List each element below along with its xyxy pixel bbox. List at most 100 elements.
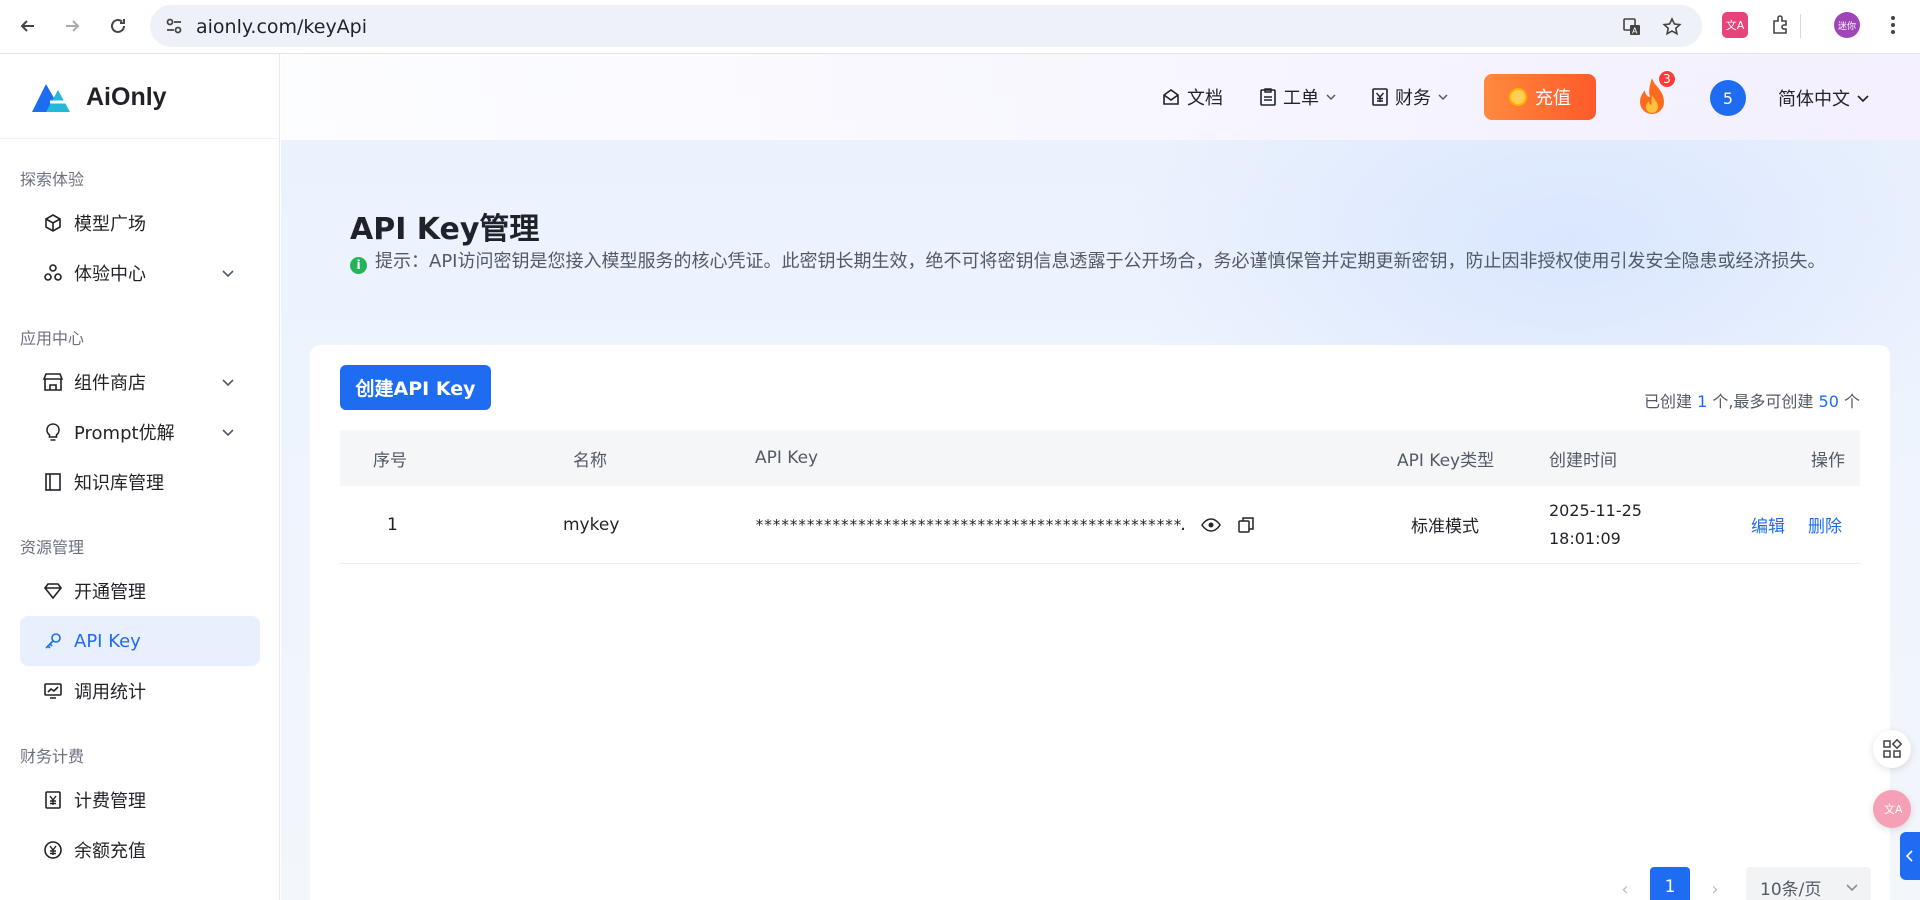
svg-text:文A: 文A <box>1884 802 1902 816</box>
pagination-prev-icon[interactable]: ‹ <box>1610 874 1640 900</box>
chevron-down-icon <box>1326 94 1336 101</box>
apps-grid-icon[interactable] <box>1873 730 1911 768</box>
translate-float-icon[interactable]: 文A <box>1873 790 1911 828</box>
lightbulb-icon <box>42 421 64 443</box>
diamond-icon <box>42 580 64 602</box>
table-row: 1 mykey ********************************… <box>340 486 1860 564</box>
docs-icon <box>1163 89 1179 105</box>
yen-icon <box>1372 88 1388 106</box>
bookmark-star-icon[interactable] <box>1660 15 1684 39</box>
nav-group-explore: 探索体验 <box>20 170 85 189</box>
sidebar-item-balance-recharge[interactable]: 余额充值 <box>20 825 260 875</box>
tip-text: i 提示：API访问密钥是您接入模型服务的核心凭证。此密钥长期生效，绝不可将密钥信… <box>350 247 1830 276</box>
chevron-down-icon <box>1846 884 1858 892</box>
chevron-down-icon <box>222 429 234 437</box>
translate-icon[interactable]: A <box>1620 15 1644 39</box>
cube-icon <box>42 212 64 234</box>
pagination-next-icon[interactable]: › <box>1700 874 1730 900</box>
row-created: 2025-11-25 18:01:09 <box>1549 500 1642 548</box>
forward-icon[interactable] <box>58 12 86 40</box>
reload-icon[interactable] <box>104 12 132 40</box>
store-icon <box>42 371 64 393</box>
col-header-key: API Key <box>755 448 819 468</box>
quota-text: 已创建 1 个,最多可创建 50 个 <box>1643 392 1860 411</box>
sidebar-item-activation[interactable]: 开通管理 <box>20 566 260 616</box>
sidebar-item-model-square[interactable]: 模型广场 <box>20 198 260 248</box>
notification-badge: 3 <box>1658 70 1676 88</box>
url-text[interactable]: aionly.com/keyApi <box>196 16 367 38</box>
row-index: 1 <box>387 514 398 535</box>
pagination-page-current[interactable]: 1 <box>1650 867 1690 900</box>
svg-text:A: A <box>1632 27 1638 36</box>
chevron-down-icon <box>222 379 234 387</box>
sidebar-item-prompt[interactable]: Prompt优解 <box>20 407 260 457</box>
sidebar-item-label: 开通管理 <box>74 582 146 603</box>
sidebar-item-billing[interactable]: 计费管理 <box>20 775 260 825</box>
sidebar: AiOnly 探索体验 模型广场 体验中心 应用中心 组件商店 Prompt优解… <box>0 54 280 900</box>
chevron-left-icon <box>1905 850 1913 862</box>
profile-avatar[interactable]: 迷你 <box>1834 12 1860 38</box>
col-header-actions: 操作 <box>1811 450 1845 471</box>
row-name: mykey <box>563 514 620 535</box>
eye-icon[interactable] <box>1200 514 1222 536</box>
header-ticket[interactable]: 工单 <box>1259 84 1337 110</box>
language-selector[interactable]: 简体中文 <box>1778 85 1870 111</box>
coin-icon <box>1509 88 1527 106</box>
header-finance[interactable]: 财务 <box>1371 84 1449 110</box>
sidebar-item-label: 模型广场 <box>74 214 146 235</box>
row-api-key: ****************************************… <box>755 515 1185 534</box>
yen-coin-icon <box>42 839 64 861</box>
create-api-key-button[interactable]: 创建API Key <box>340 365 491 410</box>
sidebar-item-label: 体验中心 <box>74 264 146 285</box>
book-icon <box>42 471 64 493</box>
chart-monitor-icon <box>42 680 64 702</box>
delete-link[interactable]: 删除 <box>1808 486 1842 563</box>
back-icon[interactable] <box>14 12 42 40</box>
page-size-select[interactable]: 10条/页 <box>1746 867 1871 900</box>
api-key-table: 序号 名称 API Key API Key类型 创建时间 操作 1 mykey … <box>340 430 1860 564</box>
sidebar-item-label: API Key <box>74 630 141 652</box>
translate-extension-icon[interactable]: 文A <box>1722 12 1748 38</box>
col-header-index: 序号 <box>373 450 407 471</box>
sidebar-item-knowledge-base[interactable]: 知识库管理 <box>20 457 260 507</box>
side-collapse-tab[interactable] <box>1900 832 1920 880</box>
address-bar[interactable]: aionly.com/keyApi A <box>150 5 1702 47</box>
sidebar-item-component-store[interactable]: 组件商店 <box>20 357 260 407</box>
sidebar-item-experience-center[interactable]: 体验中心 <box>20 248 260 298</box>
clipboard-icon <box>1260 88 1276 106</box>
brand-logo[interactable]: AiOnly <box>30 80 167 114</box>
col-header-name: 名称 <box>573 450 607 471</box>
sidebar-item-label: 知识库管理 <box>74 473 164 494</box>
recharge-button[interactable]: 充值 <box>1484 74 1596 120</box>
sidebar-item-label: Prompt优解 <box>74 423 175 444</box>
edit-link[interactable]: 编辑 <box>1751 486 1785 563</box>
nav-group-resources: 资源管理 <box>20 538 85 557</box>
col-header-type: API Key类型 <box>1397 450 1495 471</box>
col-header-created: 创建时间 <box>1549 450 1617 471</box>
info-icon: i <box>350 257 367 274</box>
sidebar-item-label: 余额充值 <box>74 841 146 862</box>
nav-group-apps: 应用中心 <box>20 329 85 348</box>
nav-group-finance: 财务计费 <box>20 747 85 766</box>
sidebar-item-usage-stats[interactable]: 调用统计 <box>20 666 260 716</box>
key-icon <box>42 630 64 652</box>
chevron-down-icon <box>222 270 234 278</box>
brand-name: AiOnly <box>86 82 167 111</box>
yen-document-icon <box>42 789 64 811</box>
toolbar-divider <box>1800 14 1801 38</box>
logo-mark-icon <box>32 84 70 112</box>
header-docs[interactable]: 文档 <box>1161 84 1223 110</box>
sidebar-item-label: 组件商店 <box>74 373 146 394</box>
page-title: API Key管理 <box>350 212 540 247</box>
browser-menu-icon[interactable] <box>1880 12 1906 38</box>
sidebar-item-api-key[interactable]: API Key <box>20 616 260 666</box>
user-avatar[interactable]: 5 <box>1710 80 1746 116</box>
copy-icon[interactable] <box>1235 514 1257 536</box>
table-header: 序号 名称 API Key API Key类型 创建时间 操作 <box>340 430 1860 486</box>
top-header: 文档 工单 财务 充值 3 5 简体中文 <box>281 54 1920 140</box>
molecule-icon <box>42 262 64 284</box>
browser-toolbar: aionly.com/keyApi A 文A 迷你 <box>0 0 1920 54</box>
site-settings-icon[interactable] <box>164 16 184 36</box>
row-key-type: 标准模式 <box>1411 517 1479 537</box>
extensions-puzzle-icon[interactable] <box>1768 12 1794 38</box>
